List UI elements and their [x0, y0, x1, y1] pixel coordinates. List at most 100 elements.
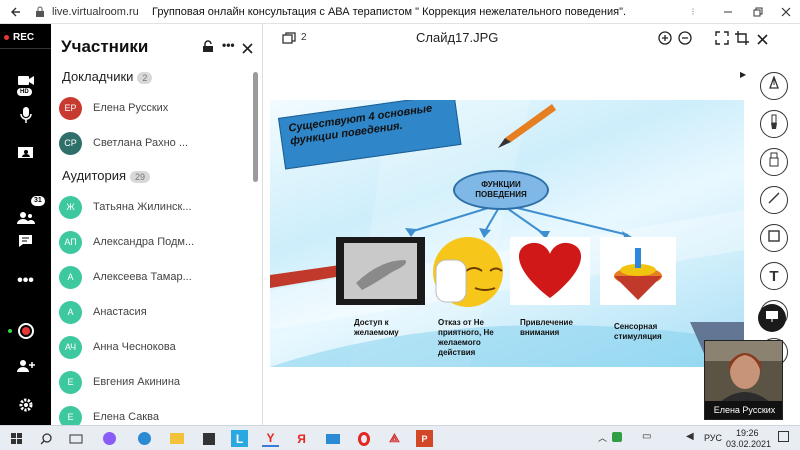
- pen-tool-button[interactable]: [760, 72, 788, 100]
- viewer-close-icon[interactable]: [757, 32, 768, 50]
- keyboard-language[interactable]: РУС: [704, 433, 722, 443]
- windows-taskbar: L Y Я ⟁ P ︿ ▭ ◀ РУС 19:26 03.02.2021: [0, 425, 800, 450]
- windows-start-icon[interactable]: [8, 430, 25, 447]
- expand-tools-icon[interactable]: ▶: [740, 70, 746, 79]
- pen-icon: [768, 74, 780, 97]
- speakers-count-badge: 2: [137, 71, 153, 84]
- browser-page-title: Групповая онлайн консультация с АВА тера…: [152, 6, 627, 18]
- lock-panel-icon[interactable]: [202, 40, 214, 58]
- window-close-icon[interactable]: [778, 4, 794, 20]
- participant-name: Елена Русских: [93, 102, 169, 114]
- pages-icon[interactable]: [282, 31, 296, 49]
- speakers-label: Докладчики: [62, 69, 134, 84]
- slide-caption-access: Доступ к желаемому: [354, 318, 399, 337]
- hd-badge[interactable]: HD: [17, 88, 32, 96]
- browser-bar: live.virtualroom.ru Групповая онлайн кон…: [0, 0, 800, 24]
- audience-row[interactable]: А Алексеева Тамар...: [59, 264, 249, 290]
- audience-row[interactable]: Е Евгения Акинина: [59, 369, 249, 395]
- participant-name: Евгения Акинина: [93, 376, 181, 388]
- record-icon: [17, 323, 34, 339]
- panel-close-icon[interactable]: [242, 41, 253, 59]
- participant-name: Алексеева Тамар...: [93, 271, 192, 283]
- video-name-label: Елена Русских: [705, 401, 782, 419]
- video-tile[interactable]: Елена Русских: [704, 340, 783, 420]
- participants-title: Участники: [61, 37, 149, 56]
- participant-name: Александра Подм...: [93, 236, 195, 248]
- rec-indicator[interactable]: REC: [4, 30, 34, 44]
- participant-name: Анна Чеснокова: [93, 341, 176, 353]
- screen-share-button[interactable]: [0, 141, 51, 171]
- screen-share-icon: [17, 146, 34, 166]
- clock-date[interactable]: 03.02.2021: [726, 439, 771, 449]
- slide-image: Существуют 4 основные функции поведения.…: [270, 100, 744, 367]
- audience-row[interactable]: Е Елена Саква: [59, 404, 249, 425]
- zoom-in-icon[interactable]: [658, 31, 672, 50]
- rectangle-tool-button[interactable]: [760, 224, 788, 252]
- participant-name: Татьяна Жилинск...: [93, 201, 192, 213]
- clock-time[interactable]: 19:26: [736, 428, 759, 438]
- participants-scrollbar[interactable]: [253, 72, 258, 182]
- app-l-icon[interactable]: L: [231, 430, 248, 447]
- browser-url[interactable]: live.virtualroom.ru: [52, 6, 139, 18]
- text-tool-button[interactable]: T: [760, 262, 788, 290]
- participants-icon: [16, 211, 35, 230]
- audience-row[interactable]: А Анастасия: [59, 299, 249, 325]
- yandex-icon[interactable]: Я: [293, 430, 310, 447]
- minimize-icon[interactable]: [720, 4, 736, 20]
- edge-icon[interactable]: [136, 430, 153, 447]
- search-icon[interactable]: [37, 430, 54, 447]
- audience-count-badge: 29: [130, 170, 151, 183]
- mail-icon[interactable]: [324, 430, 341, 447]
- tab-close-icon[interactable]: ⁝: [685, 4, 701, 20]
- file-explorer-icon[interactable]: [168, 430, 185, 447]
- participants-count-badge: 31: [31, 196, 45, 206]
- panel-more-icon[interactable]: •••: [222, 38, 235, 52]
- line-tool-button[interactable]: [760, 186, 788, 214]
- opera-icon[interactable]: [355, 430, 372, 447]
- audience-row[interactable]: АЧ Анна Чеснокова: [59, 334, 249, 360]
- avatar: Е: [59, 405, 82, 425]
- back-arrow-icon[interactable]: [8, 4, 24, 20]
- notifications-icon[interactable]: [778, 431, 789, 442]
- slide-center-node: ФУНКЦИИ ПОВЕДЕНИЯ: [453, 170, 549, 210]
- crop-icon[interactable]: [735, 31, 749, 50]
- speakers-section-header: Докладчики 2: [62, 69, 153, 84]
- powerpoint-icon[interactable]: P: [416, 430, 433, 447]
- audience-label: Аудитория: [62, 168, 127, 183]
- tray-network-icon[interactable]: ▭: [642, 431, 651, 442]
- brush-tool-button[interactable]: [760, 110, 788, 138]
- audience-row[interactable]: Ж Татьяна Жилинск...: [59, 194, 249, 220]
- tray-app-icon[interactable]: [612, 432, 622, 442]
- tray-sound-icon[interactable]: ◀: [686, 431, 694, 442]
- settings-button[interactable]: [0, 392, 51, 422]
- slide-center-text: ФУНКЦИИ ПОВЕДЕНИЯ: [475, 180, 527, 199]
- invite-user-button[interactable]: [0, 353, 51, 383]
- add-user-icon: [16, 359, 35, 378]
- participants-panel: Участники ••• Докладчики 2 ЕР Елена Русск…: [51, 24, 263, 425]
- yandex-browser-icon[interactable]: Y: [262, 430, 279, 447]
- more-dots-icon: •••: [17, 272, 34, 289]
- restore-icon[interactable]: [750, 4, 766, 20]
- avatar: АЧ: [59, 335, 82, 359]
- pdf-reader-icon[interactable]: ⟁: [386, 430, 403, 447]
- alice-icon[interactable]: [101, 430, 118, 447]
- line-icon: [767, 191, 781, 210]
- chat-button[interactable]: [0, 228, 51, 258]
- zoom-out-icon[interactable]: [678, 31, 692, 50]
- marker-tool-button[interactable]: [760, 148, 788, 176]
- microphone-button[interactable]: [0, 102, 51, 132]
- audience-row[interactable]: АП Александра Подм...: [59, 229, 249, 255]
- store-icon[interactable]: [200, 430, 217, 447]
- chat-icon: [18, 234, 33, 253]
- avatar: Ж: [59, 195, 82, 219]
- more-options-button[interactable]: •••: [0, 266, 51, 296]
- tray-chevron-icon[interactable]: ︿: [598, 431, 607, 444]
- microphone-icon: [19, 106, 32, 129]
- speaker-row[interactable]: ЕР Елена Русских: [59, 95, 249, 121]
- avatar: А: [59, 300, 82, 324]
- board-toggle-button[interactable]: [758, 304, 786, 332]
- speaker-row[interactable]: СР Светлана Рахно ...: [59, 130, 249, 156]
- task-view-icon[interactable]: [67, 430, 84, 447]
- participant-name: Анастасия: [93, 306, 147, 318]
- fit-screen-icon[interactable]: [715, 31, 729, 50]
